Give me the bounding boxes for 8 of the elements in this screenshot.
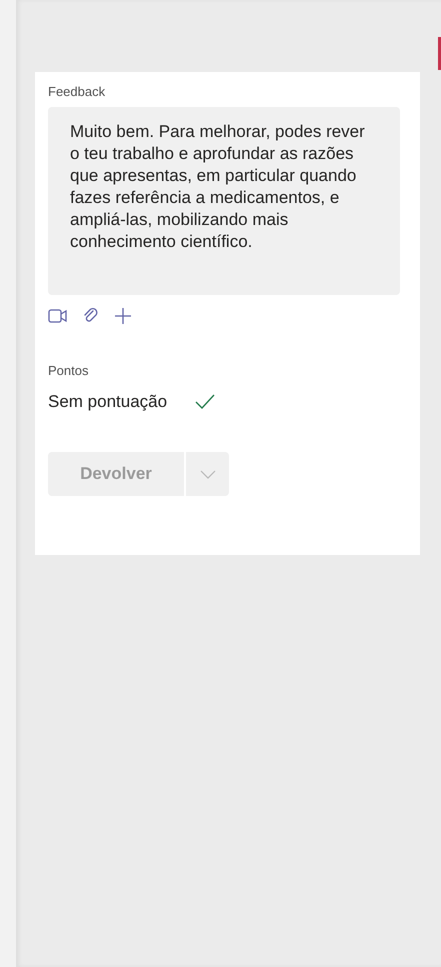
feedback-field[interactable]: Muito bem. Para melhorar, podes rever o teu trabalho e aprofundar as razões que apresentas, em particular quando fazes referência a medicamentos, e ampliá-las, mobilizando mais conhecimento científico.: [48, 107, 400, 295]
points-label: Pontos: [48, 363, 90, 378]
feedback-label: Feedback: [48, 84, 106, 99]
points-value: Sem pontuação: [48, 392, 168, 412]
video-icon[interactable]: [48, 309, 68, 323]
edge-marker: [438, 37, 441, 70]
chevron-down-icon: [200, 470, 216, 478]
plus-icon[interactable]: [114, 307, 132, 325]
